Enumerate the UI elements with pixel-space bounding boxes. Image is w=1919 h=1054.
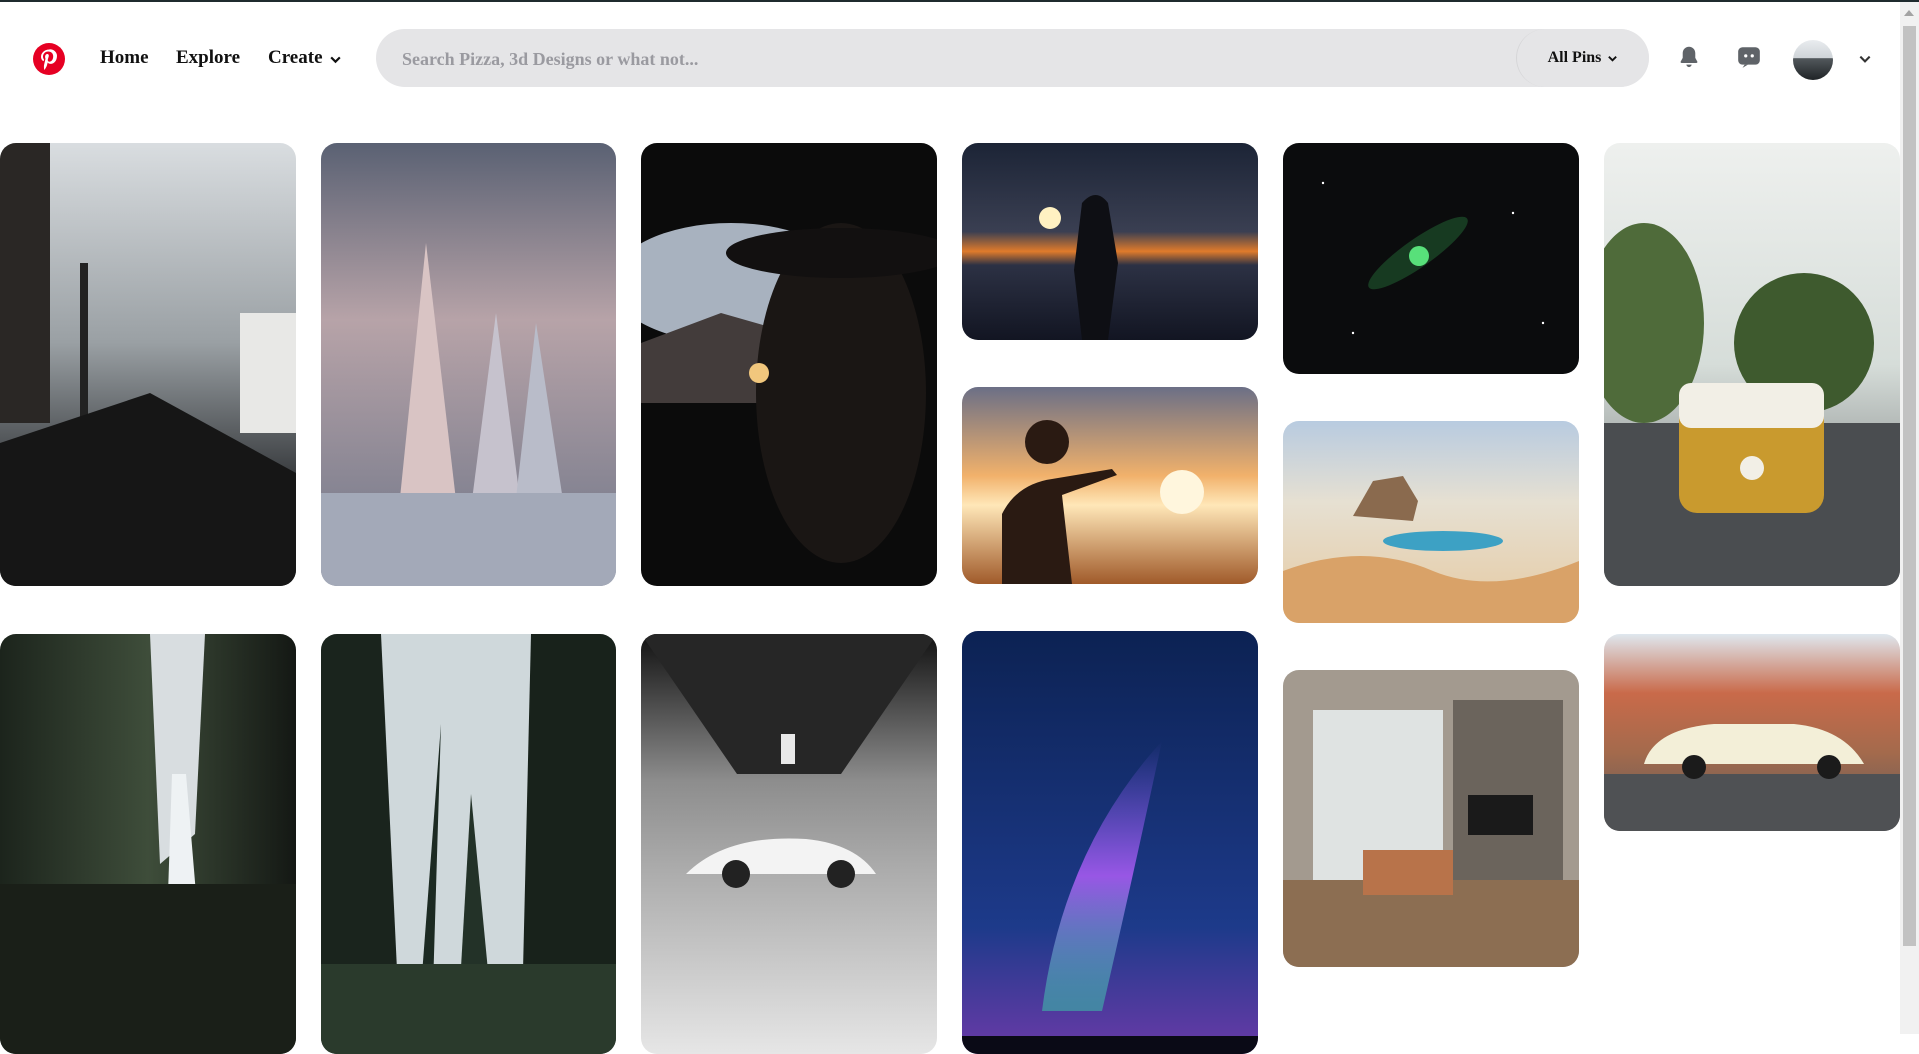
bell-icon[interactable]: [1672, 40, 1706, 74]
pin-filter-label: All Pins: [1547, 49, 1602, 66]
pin-snowy-pine-trees[interactable]: [321, 143, 616, 586]
pin-geyser-painting[interactable]: [1283, 421, 1579, 623]
nav-create-label: Create: [268, 47, 323, 68]
pin-white-porsche-garage[interactable]: [641, 634, 937, 1054]
nav-explore-link[interactable]: Explore: [176, 47, 240, 69]
pin-yellow-vw-van[interactable]: [1604, 143, 1900, 586]
pin-lantern-by-sea[interactable]: [962, 143, 1258, 340]
chevron-down-icon: [1608, 55, 1618, 62]
pin-city-street-tram[interactable]: [0, 143, 296, 586]
top-navigation-bar: Home Explore Create All Pins: [0, 2, 1900, 112]
chevron-down-icon: [329, 56, 341, 63]
pin-modern-living-room[interactable]: [1283, 670, 1579, 967]
search-input[interactable]: [400, 29, 1484, 89]
nav-create-menu[interactable]: Create: [268, 47, 342, 69]
pinterest-logo-icon[interactable]: [33, 43, 65, 75]
pin-classic-car-desert[interactable]: [1604, 634, 1900, 831]
scrollbar-thumb[interactable]: [1903, 26, 1916, 946]
pin-forest-mountain[interactable]: [321, 634, 616, 1054]
pin-aurora-night-sky[interactable]: [962, 631, 1258, 1054]
page-scrollbar[interactable]: [1900, 2, 1919, 1034]
pin-waterfall-canyon[interactable]: [0, 634, 296, 1054]
chevron-down-icon[interactable]: [1858, 52, 1872, 66]
search-bar: All Pins: [376, 29, 1649, 89]
pin-silhouette-man-hat[interactable]: [641, 143, 937, 586]
nav-home-link[interactable]: Home: [100, 47, 149, 69]
scroll-up-arrow-icon[interactable]: [1904, 10, 1914, 16]
chat-icon[interactable]: [1732, 40, 1766, 74]
pin-boy-pointing-sunset[interactable]: [962, 387, 1258, 584]
pin-green-comet-night-sky[interactable]: [1283, 143, 1579, 374]
pin-filter-dropdown[interactable]: All Pins: [1516, 29, 1649, 87]
user-avatar[interactable]: [1793, 40, 1833, 80]
